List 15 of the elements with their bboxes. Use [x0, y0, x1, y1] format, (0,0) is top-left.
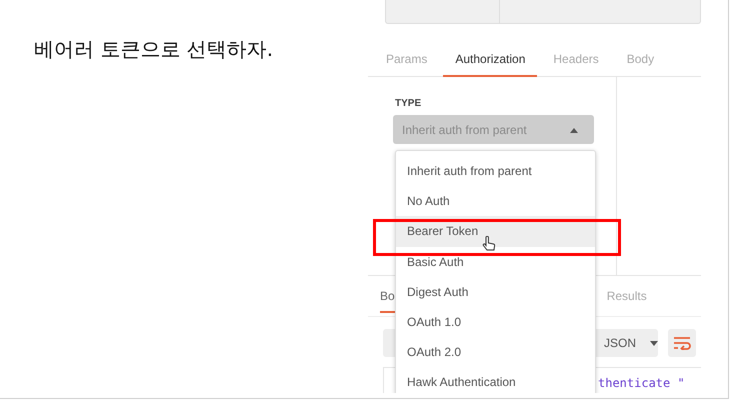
- type-label: TYPE: [395, 98, 422, 109]
- dropdown-item[interactable]: No Auth: [396, 186, 595, 216]
- wrap-lines-button[interactable]: [668, 329, 696, 357]
- dropdown-item[interactable]: OAuth 1.0: [396, 306, 595, 338]
- hand-cursor-icon: [482, 236, 496, 252]
- dropdown-item[interactable]: Inherit auth from parent: [396, 156, 595, 186]
- wrap-icon: [673, 336, 691, 350]
- request-tab[interactable]: Authorization: [443, 44, 538, 76]
- slide-caption: 베어러 토큰으로 선택하자.: [34, 36, 274, 63]
- code-line: thenticate ": [598, 376, 685, 390]
- dropdown-item[interactable]: OAuth 2.0: [396, 337, 595, 368]
- dropdown-item[interactable]: Digest Auth: [396, 276, 595, 307]
- caret-icon: [650, 340, 658, 346]
- dropdown-item[interactable]: Hawk Authentication: [396, 367, 595, 393]
- dropdown-item[interactable]: Basic Auth: [396, 246, 595, 277]
